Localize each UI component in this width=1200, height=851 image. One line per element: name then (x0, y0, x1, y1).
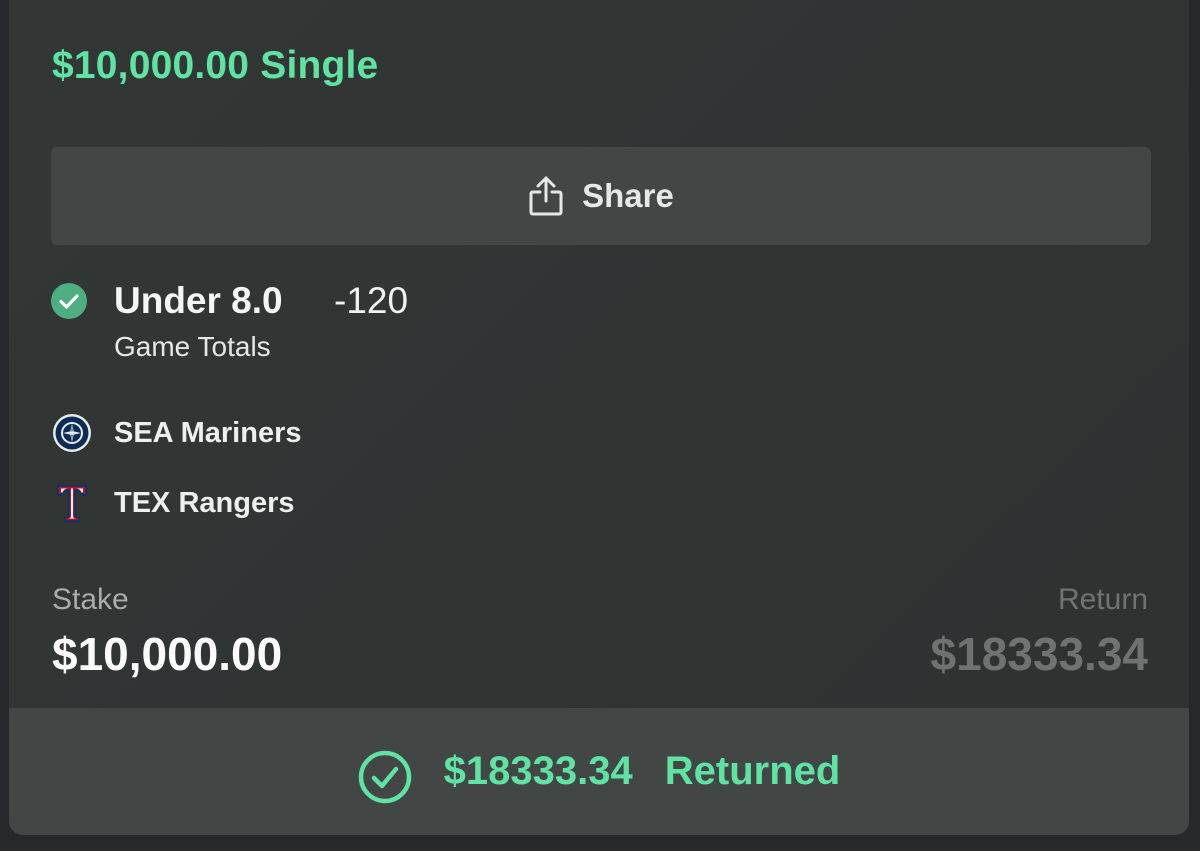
share-button[interactable]: Share (51, 147, 1151, 245)
bet-card: $10,000.00 Single Share Under 8.0 -120 G… (9, 0, 1189, 835)
team-row-tex: TEX Rangers (51, 482, 295, 524)
returned-label: Returned (664, 749, 841, 793)
returned-amount: $18333.34 (443, 749, 633, 793)
team-name: SEA Mariners (114, 416, 302, 449)
check-circle-icon (51, 283, 87, 319)
stake-value: $10,000.00 (52, 628, 283, 680)
selection-odds: -120 (334, 280, 409, 321)
selection-name: Under 8.0 (114, 280, 283, 321)
team-row-sea: SEA Mariners (51, 412, 302, 454)
page-background: $10,000.00 Single Share Under 8.0 -120 G… (0, 0, 1200, 851)
share-label: Share (582, 177, 674, 214)
return-label: Return (1057, 583, 1148, 616)
check-circle-outline-icon (358, 750, 412, 804)
market-name: Game Totals (114, 331, 271, 362)
returned-banner: $18333.34 Returned (9, 708, 1189, 835)
share-icon (528, 175, 564, 217)
stake-label: Stake (52, 583, 129, 616)
return-value: $18333.34 (930, 628, 1148, 680)
mariners-logo-icon (51, 412, 93, 454)
team-name: TEX Rangers (114, 486, 295, 519)
bet-title: $10,000.00 Single (52, 44, 379, 87)
rangers-logo-icon (51, 482, 93, 524)
